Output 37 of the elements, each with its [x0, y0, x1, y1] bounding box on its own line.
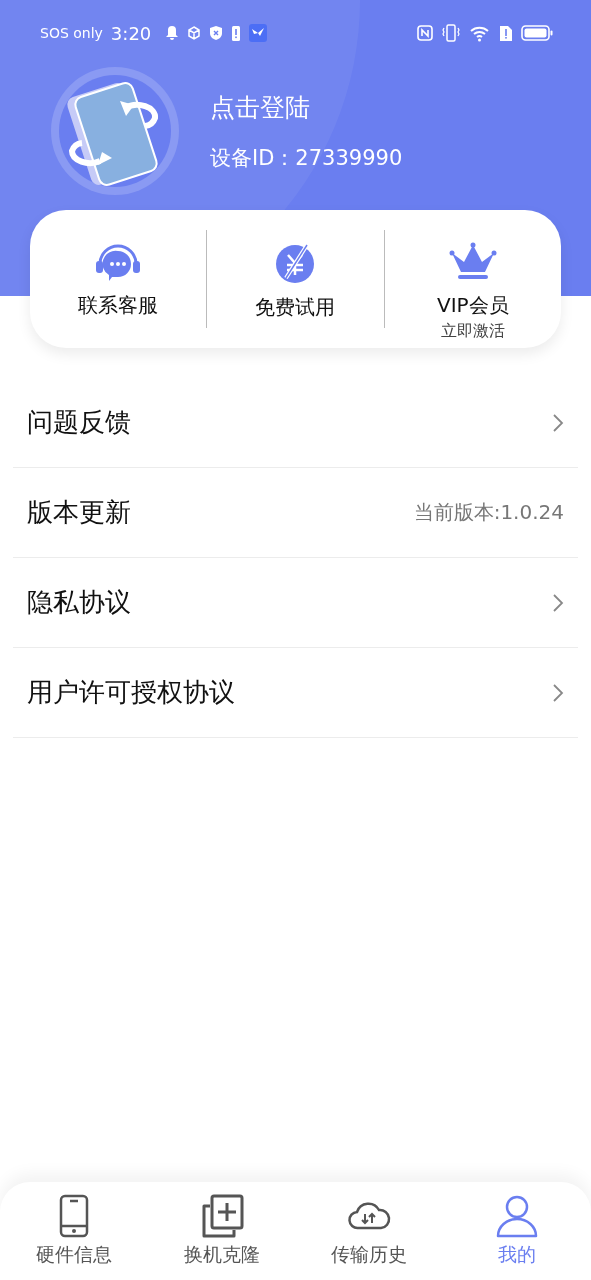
- nav-tab[interactable]: 硬件信息: [0, 1182, 148, 1280]
- menu-item-label: 问题反馈: [27, 406, 131, 439]
- nav-tab[interactable]: 换机克隆: [147, 1182, 296, 1280]
- shield-icon: [209, 25, 224, 41]
- menu-item[interactable]: 隐私协议: [13, 558, 578, 648]
- bell-icon: [165, 25, 180, 41]
- cube-icon: [187, 26, 202, 40]
- menu-item-label: 用户许可授权协议: [27, 676, 235, 709]
- menu-item-label: 隐私协议: [27, 586, 131, 619]
- vibrate-icon: [441, 24, 461, 42]
- chevron-right-icon: [552, 682, 564, 703]
- phone-icon: [58, 1194, 89, 1238]
- quick-action-button[interactable]: 联系客服: [30, 210, 207, 348]
- carrier-text: SOS only: [40, 25, 103, 41]
- clock-time: 3:20: [110, 22, 152, 44]
- sim-alert-icon: [499, 24, 513, 42]
- chevron-right-icon: [552, 412, 564, 433]
- phone-swap-avatar[interactable]: [50, 66, 180, 196]
- menu-item[interactable]: 版本更新 当前版本:1.0.24: [13, 468, 578, 558]
- battery-icon: [521, 24, 553, 42]
- battery-alert-icon: [231, 24, 242, 42]
- quick-action-button[interactable]: VIP会员 立即激活: [384, 210, 561, 348]
- quick-action-button[interactable]: 免费试用: [207, 210, 384, 348]
- nav-tab[interactable]: 我的: [443, 1182, 591, 1280]
- nfc-icon: [417, 25, 433, 41]
- chevron-right-icon: [552, 592, 564, 613]
- device-id-text: 设备ID：27339990: [210, 144, 403, 172]
- crossed-yuan-icon: [274, 242, 317, 284]
- crown-icon: [448, 242, 497, 282]
- menu-item[interactable]: 问题反馈: [13, 378, 578, 468]
- version-text: 当前版本:1.0.24: [413, 499, 564, 526]
- wifi-icon: [469, 24, 491, 42]
- headset-chat-icon: [94, 242, 143, 282]
- nav-tab[interactable]: 传输历史: [295, 1182, 444, 1280]
- user-icon: [495, 1194, 540, 1238]
- menu-item[interactable]: 用户许可授权协议: [13, 648, 578, 738]
- menu-item-label: 版本更新: [27, 496, 131, 529]
